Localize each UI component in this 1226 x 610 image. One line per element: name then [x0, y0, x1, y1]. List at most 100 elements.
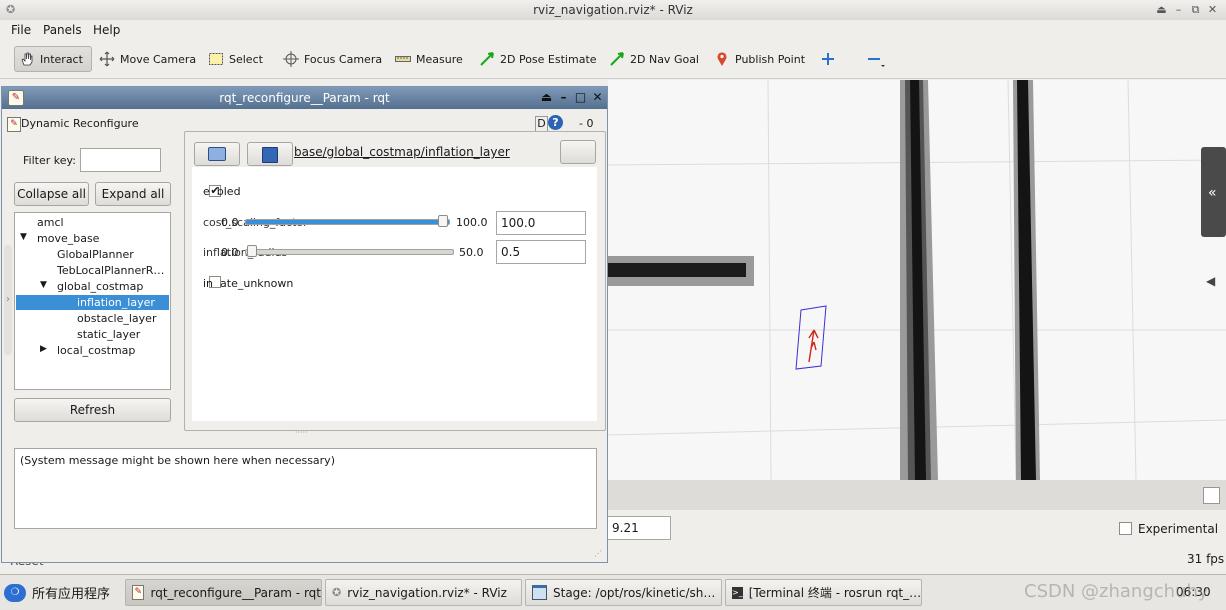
shade-icon[interactable]: ⏏ — [540, 91, 553, 104]
apps-menu-button[interactable]: ❍ 所有应用程序 — [4, 579, 110, 606]
inflate-unknown-label: in ate_unknown — [203, 277, 294, 290]
rviz-window-title: rviz_navigation.rviz* - RViz — [533, 3, 693, 17]
minimize-icon[interactable]: – — [557, 91, 570, 104]
tree-node-amcl[interactable]: amcl — [37, 215, 64, 231]
tree-node-teblocalplanner[interactable]: TebLocalPlannerR… — [57, 263, 164, 279]
node-path-title: base/global_costmap/inflation_layer — [294, 145, 510, 159]
time-field[interactable]: 9.21 — [608, 516, 671, 540]
chevron-down-icon[interactable]: ▼ — [20, 232, 27, 242]
svg-text:«: « — [1208, 185, 1217, 201]
tree-node-global-costmap[interactable]: global_costmap — [57, 279, 143, 295]
cost-scaling-slider[interactable] — [245, 219, 450, 225]
focus-camera-tool[interactable]: Focus Camera — [283, 46, 382, 72]
maximize-icon[interactable]: □ — [574, 91, 587, 104]
remove-tool-button[interactable] — [866, 46, 885, 72]
collapse-all-button[interactable]: Collapse all — [14, 182, 89, 206]
save-button[interactable] — [247, 142, 293, 166]
expand-all-button[interactable]: Expand all — [95, 182, 171, 206]
rviz-titlebar[interactable]: ✪ rviz_navigation.rviz* - RViz ⏏ – ⧉ ✕ — [0, 0, 1226, 21]
maximize-icon[interactable]: ⧉ — [1189, 3, 1202, 16]
chevron-right-icon[interactable]: ▶ — [40, 344, 47, 354]
inflation-radius-slider[interactable] — [245, 249, 454, 255]
task-rviz[interactable]: ✪ rviz_navigation.rviz* - RViz — [325, 579, 522, 606]
close-icon[interactable]: ✕ — [591, 91, 604, 104]
map-pin-icon — [714, 51, 730, 67]
tree-node-label: amcl — [37, 216, 64, 229]
taskbar: ❍ 所有应用程序 ✎ rqt_reconfigure__Param - rqt … — [0, 574, 1226, 610]
experimental-checkbox[interactable] — [1119, 522, 1132, 535]
load-button[interactable] — [194, 142, 240, 166]
focus-camera-label: Focus Camera — [304, 52, 383, 66]
select-tool[interactable]: Select — [208, 46, 263, 72]
move-camera-icon — [99, 51, 115, 67]
svg-text:◀: ◀ — [1206, 274, 1216, 288]
menu-file[interactable]: File — [11, 23, 31, 37]
tree-node-label: local_costmap — [57, 344, 136, 357]
help-icon[interactable]: ? — [548, 115, 563, 130]
tree-node-inflation-layer[interactable]: inflation_layer — [77, 295, 155, 311]
tree-node-label: static_layer — [77, 328, 141, 341]
task-stage[interactable]: Stage: /opt/ros/kinetic/sh… — [525, 579, 722, 606]
system-message-box: (System message might be shown here when… — [14, 448, 597, 529]
interact-label: Interact — [40, 52, 83, 66]
splitter-grip[interactable]: ····· — [295, 428, 308, 437]
publish-point-label: Publish Point — [735, 52, 806, 66]
crosshair-icon — [283, 51, 299, 67]
publish-point-tool[interactable]: Publish Point — [714, 46, 805, 72]
fps-readout: 31 fps — [1187, 552, 1225, 566]
cost-scaling-max: 100.0 — [456, 216, 488, 229]
move-camera-label: Move Camera — [120, 52, 197, 66]
apps-menu-label: 所有应用程序 — [32, 587, 111, 602]
cost-scaling-slider-handle[interactable] — [438, 215, 448, 227]
splitter-handle[interactable]: › — [4, 245, 12, 355]
tree-node-static-layer[interactable]: static_layer — [77, 327, 140, 343]
measure-tool[interactable]: Measure — [395, 46, 463, 72]
nav-goal-tool[interactable]: 2D Nav Goal — [609, 46, 699, 72]
inflation-radius-min: 0.0 — [221, 246, 239, 259]
inflation-radius-slider-handle[interactable] — [246, 245, 257, 257]
inflation-radius-input[interactable]: 0.5 — [496, 240, 586, 264]
rqt-titlebar[interactable]: ✎ rqt_reconfigure__Param - rqt ⏏ – □ ✕ — [2, 87, 607, 109]
terminal-icon: >_ — [732, 586, 743, 599]
minimize-icon[interactable]: – — [1172, 3, 1185, 16]
tree-node-globalplanner[interactable]: GlobalPlanner — [57, 247, 134, 263]
move-camera-tool[interactable]: Move Camera — [99, 46, 196, 72]
add-tool-button[interactable] — [820, 46, 836, 72]
plugin-controls[interactable]: - 0 — [579, 117, 593, 130]
panel-toggle-box[interactable] — [1203, 487, 1220, 504]
task-terminal[interactable]: >_ [Terminal 终端 - rosrun rqt_… — [725, 579, 922, 606]
task-label: [Terminal 终端 - rosrun rqt_… — [748, 586, 922, 600]
note-icon: ✎ — [132, 585, 145, 600]
pose-estimate-tool[interactable]: 2D Pose Estimate — [479, 46, 597, 72]
menu-panels[interactable]: Panels — [43, 23, 82, 37]
tree-node-move-base[interactable]: move_base — [37, 231, 99, 247]
cost-scaling-input[interactable]: 100.0 — [496, 211, 586, 235]
rqt-window-title: rqt_reconfigure__Param - rqt — [219, 91, 390, 105]
interact-tool[interactable]: Interact — [14, 46, 92, 72]
green-arrow-icon — [479, 51, 495, 67]
select-icon — [208, 51, 224, 67]
apps-menu-icon: ❍ — [4, 583, 26, 602]
close-icon[interactable]: ✕ — [1206, 3, 1219, 16]
task-rqt[interactable]: ✎ rqt_reconfigure__Param - rqt — [125, 579, 322, 606]
tree-node-obstacle-layer[interactable]: obstacle_layer — [77, 311, 156, 327]
resize-grip-icon[interactable]: ⋰ — [594, 549, 602, 558]
filter-key-label: Filter key: — [23, 154, 76, 167]
rviz-render-view[interactable]: « ◀ — [608, 80, 1226, 480]
rqt-window: ✎ rqt_reconfigure__Param - rqt ⏏ – □ ✕ ✎… — [1, 86, 608, 563]
filter-key-input[interactable] — [80, 148, 161, 172]
tree-node-label: TebLocalPlannerR… — [57, 264, 165, 277]
tree-node-local-costmap[interactable]: local_costmap — [57, 343, 135, 359]
shade-icon[interactable]: ⏏ — [1155, 3, 1168, 16]
watermark: CSDN @zhangchuhy — [1024, 581, 1209, 602]
ruler-icon — [395, 51, 411, 67]
green-arrow-icon — [609, 51, 625, 67]
refresh-button[interactable]: Refresh — [14, 398, 171, 422]
close-node-button[interactable] — [560, 140, 596, 164]
chevron-down-icon[interactable]: ▼ — [40, 280, 47, 290]
menu-help[interactable]: Help — [93, 23, 120, 37]
map-view: « ◀ — [608, 80, 1226, 480]
select-label: Select — [229, 52, 263, 66]
note-icon: ✎ — [7, 117, 21, 132]
minus-icon — [866, 51, 885, 67]
